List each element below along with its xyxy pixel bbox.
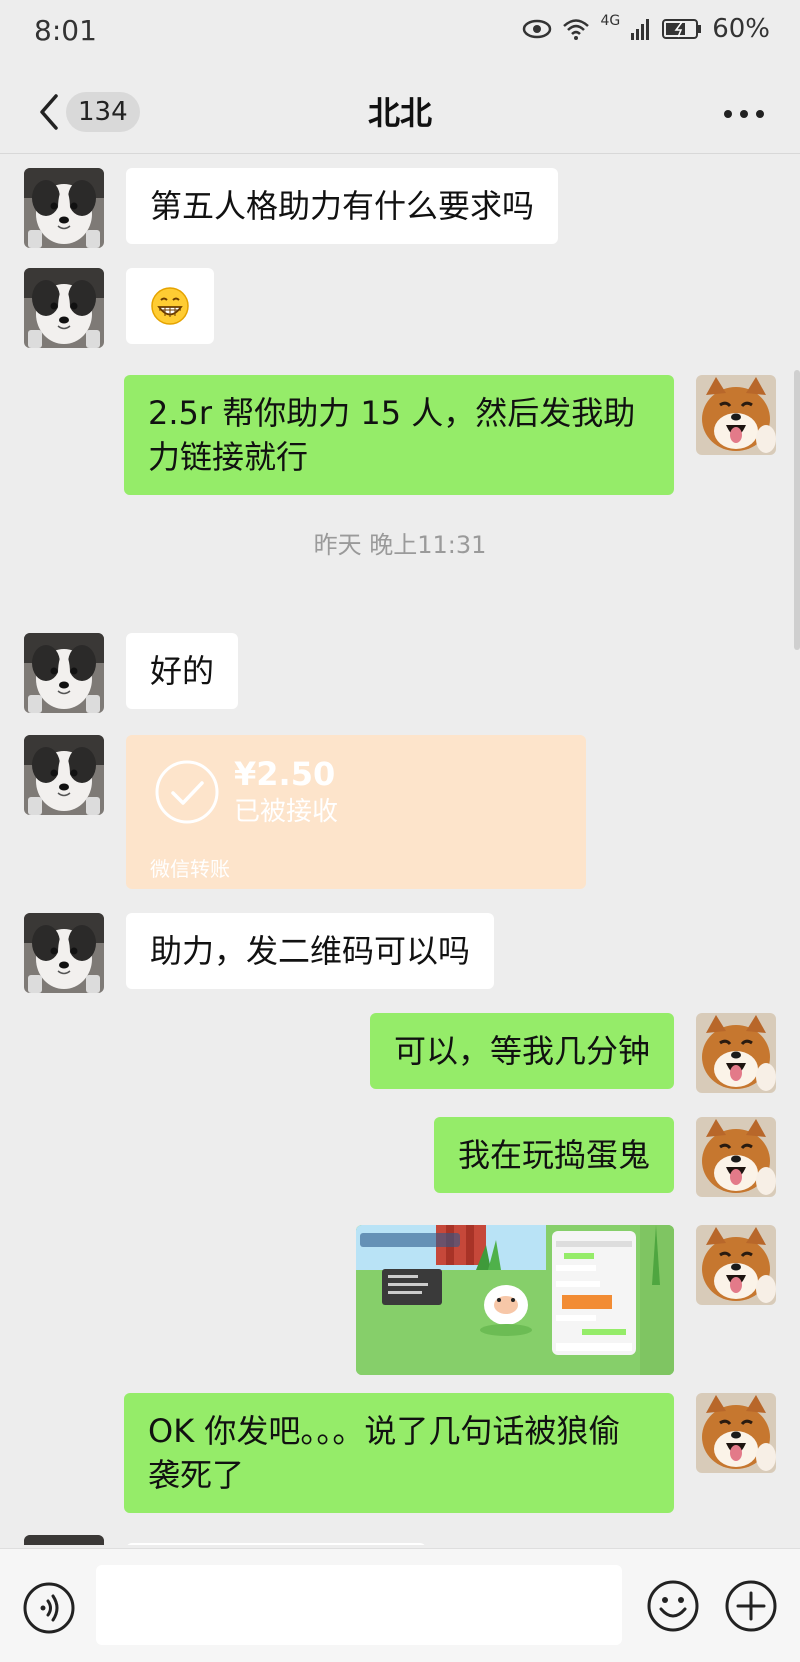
my-avatar[interactable] (696, 1225, 776, 1305)
emoji-picker-icon[interactable] (646, 1579, 700, 1633)
wifi-icon (563, 19, 590, 40)
contact-avatar[interactable] (24, 913, 104, 993)
message-bubble-incoming[interactable]: 助力，发二维码可以吗 (126, 913, 495, 989)
my-avatar[interactable] (696, 1117, 776, 1197)
image-message[interactable] (356, 1225, 674, 1375)
grinning-face-emoji-icon (151, 287, 189, 325)
battery-percent: 60% (712, 14, 770, 44)
wechat-transfer-card[interactable]: ¥2.50 已被接收 微信转账 (126, 735, 586, 889)
message-bubble-outgoing[interactable]: 可以，等我几分钟 (369, 1013, 674, 1089)
game-screenshot-image (356, 1225, 674, 1375)
my-avatar[interactable] (696, 1013, 776, 1093)
transfer-amount: ¥2.50 (234, 755, 336, 793)
contact-avatar[interactable] (24, 735, 104, 815)
my-avatar[interactable] (696, 375, 776, 455)
message-bubble-outgoing[interactable]: 我在玩捣蛋鬼 (433, 1117, 674, 1193)
signal-icon (631, 19, 650, 40)
contact-avatar[interactable] (24, 633, 104, 713)
message-bubble-incoming[interactable]: 第五人格助力有什么要求吗 (126, 168, 559, 244)
contact-avatar[interactable] (24, 268, 104, 348)
contact-avatar[interactable] (24, 1535, 104, 1545)
message-bubble-outgoing[interactable]: 2.5r 帮你助力 15 人，然后发我助力链接就行 (124, 375, 674, 495)
message-bubble-incoming[interactable] (126, 1543, 426, 1545)
eye-icon (523, 19, 552, 39)
message-input[interactable] (96, 1565, 622, 1645)
more-options-icon[interactable] (724, 110, 764, 118)
message-list[interactable]: 第五人格助力有什么要求吗 2.5r 帮你助力 15 人，然后发我助力链接就行 昨… (0, 155, 800, 1545)
battery-icon (662, 19, 702, 39)
message-bubble-incoming[interactable]: 好的 (126, 633, 239, 709)
chat-title: 北北 (367, 94, 432, 132)
transfer-source-label: 微信转账 (150, 857, 230, 881)
voice-input-icon[interactable] (22, 1581, 76, 1635)
scrollbar[interactable] (794, 370, 800, 650)
status-bar: 8:01 4G 60% (0, 0, 800, 66)
status-time: 8:01 (34, 14, 97, 47)
message-bubble-outgoing[interactable]: OK 你发吧。。。说了几句话被狼偷袭死了 (124, 1393, 674, 1513)
chat-header: 134 北北 (0, 70, 800, 154)
check-circle-icon (155, 760, 219, 824)
message-bubble-incoming[interactable] (126, 268, 214, 344)
my-avatar[interactable] (696, 1393, 776, 1473)
network-label: 4G (600, 13, 621, 29)
message-timestamp: 昨天 晚上11:31 (313, 531, 487, 559)
input-bar (0, 1548, 800, 1662)
more-functions-plus-icon[interactable] (724, 1579, 778, 1633)
contact-avatar[interactable] (24, 168, 104, 248)
status-icons: 4G 60% (522, 13, 770, 44)
transfer-status: 已被接收 (234, 797, 339, 827)
